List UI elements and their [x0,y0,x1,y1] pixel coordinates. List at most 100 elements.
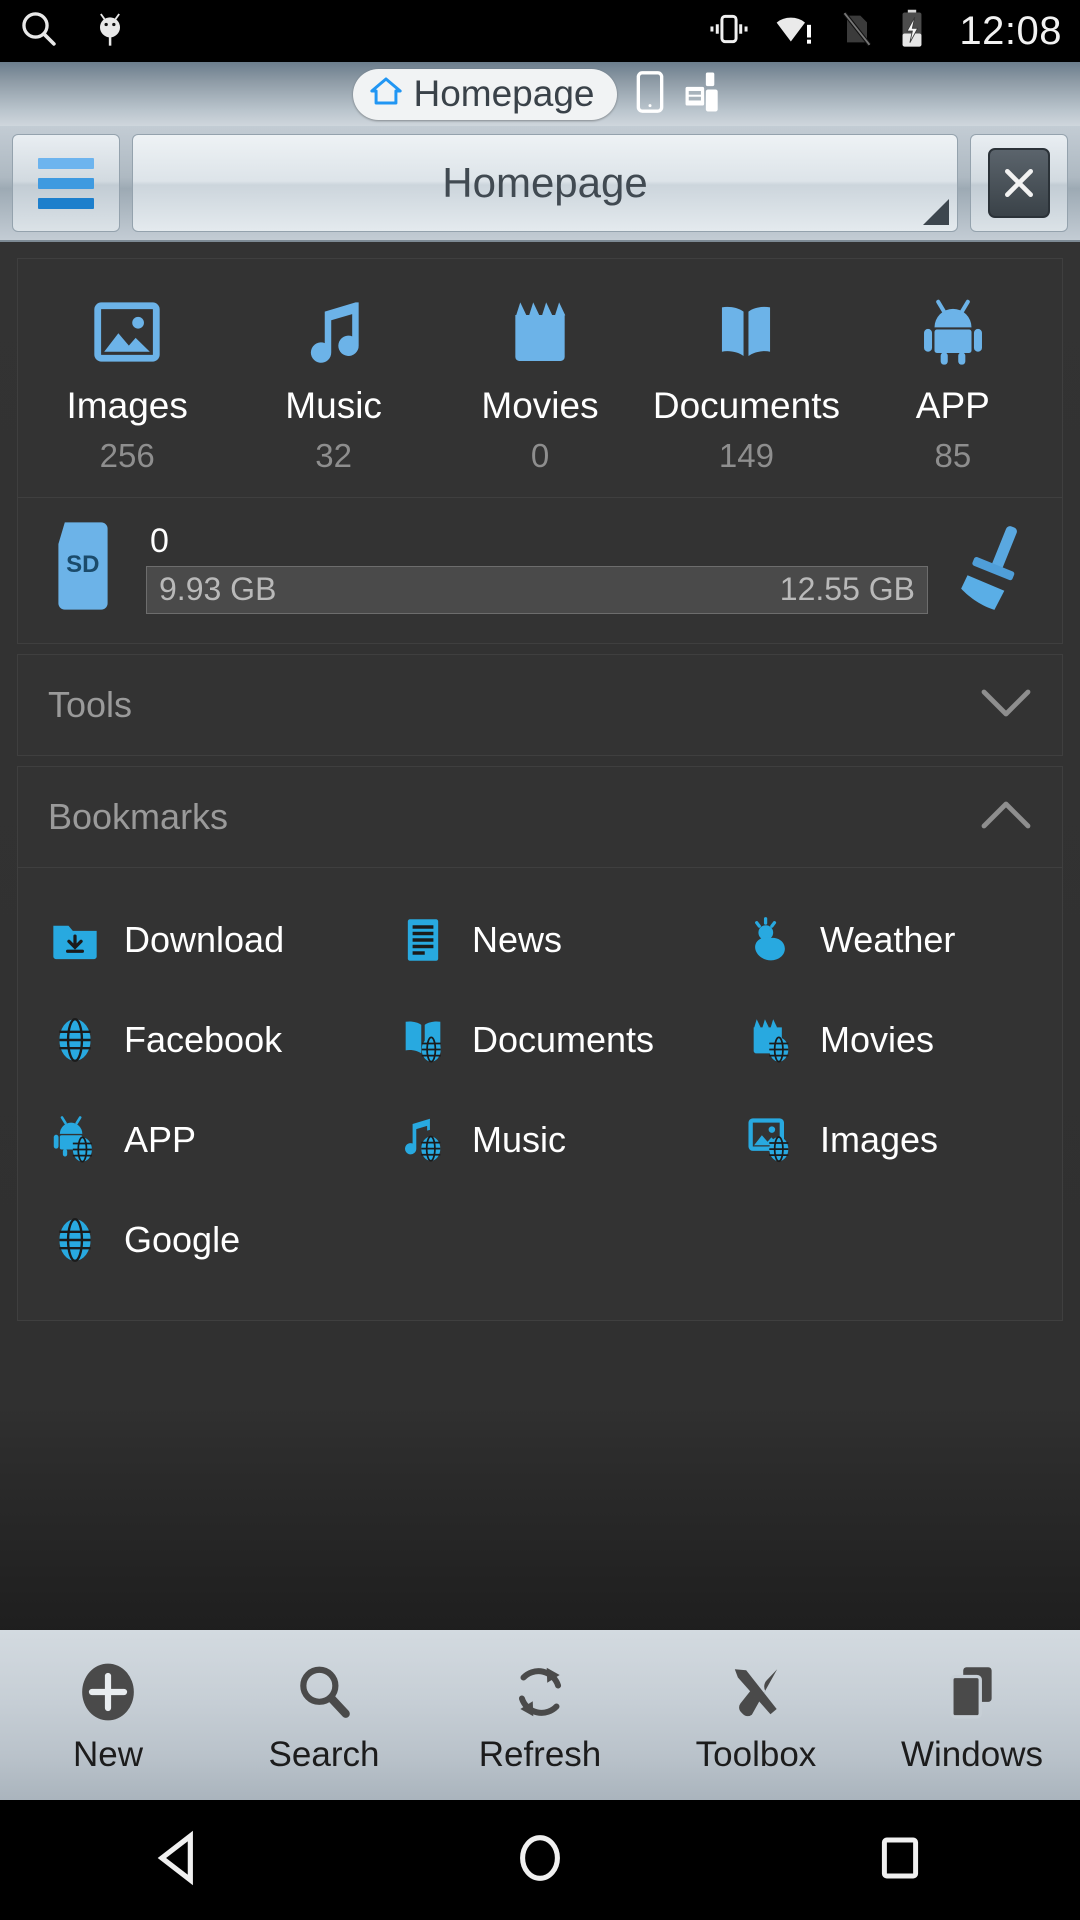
category-label: Documents [652,385,840,426]
home-icon [369,74,403,113]
toolbar-search[interactable]: Search [216,1655,432,1775]
book-globe-icon [396,1014,450,1066]
category-count: 0 [530,437,550,474]
bookmark-label: Google [124,1219,241,1260]
folder-download-icon [48,914,102,966]
path-input-value: Homepage [442,159,648,206]
bookmark-weather[interactable]: Weather [714,890,1062,990]
tab-homepage[interactable]: Homepage [353,68,617,120]
status-bar-left [18,8,130,55]
hamburger-menu-icon-bar2 [38,177,94,189]
status-bar: 12:08 [0,0,1080,62]
bookmarks-section-title: Bookmarks [48,796,229,837]
remote-devices-icon[interactable] [683,70,727,119]
square-recents-icon [874,1829,926,1892]
category-count: 256 [99,437,155,474]
tools-section-title: Tools [48,684,133,725]
address-bar: Homepage [0,126,1080,242]
refresh-icon [509,1655,571,1729]
vibrate-icon [707,9,751,54]
sd-card-icon: SD [48,520,120,617]
bookmark-label: Download [124,919,285,960]
tablet-icon[interactable] [635,70,665,119]
category-label: Movies [481,385,599,426]
sim-missing-icon [839,9,875,54]
search-icon[interactable] [18,8,60,55]
category-music[interactable]: Music 32 [230,289,436,475]
bookmark-google[interactable]: Google [18,1190,366,1290]
bookmark-images[interactable]: Images [714,1090,1062,1190]
storage-meter: 0 9.93 GB 12.55 GB [146,524,928,614]
android-robot-icon [916,289,990,369]
bookmark-facebook[interactable]: Facebook [18,990,366,1090]
bookmark-label: Documents [471,1019,655,1060]
bookmarks-section: Bookmarks Download News Weather Facebook… [17,766,1063,1321]
category-images[interactable]: Images 256 [24,289,230,475]
chevron-down-icon[interactable] [980,686,1032,725]
storage-progress-bar: 9.93 GB 12.55 GB [146,565,928,614]
triangle-back-icon [149,1827,211,1894]
plus-circle-icon [77,1655,139,1729]
storage-total-label: 12.55 GB [779,571,915,607]
bookmark-label: Music [471,1119,566,1160]
music-globe-icon [396,1114,450,1166]
tools-section[interactable]: Tools [17,654,1063,756]
toolbar-label: Refresh [478,1735,602,1774]
android-bug-icon [90,9,130,54]
bookmark-news[interactable]: News [366,890,714,990]
nav-back-button[interactable] [0,1827,360,1894]
bookmarks-section-header[interactable]: Bookmarks [18,767,1062,867]
path-input[interactable]: Homepage [132,134,958,232]
dropdown-corner-icon[interactable] [923,199,949,225]
wrench-screwdriver-icon [725,1655,787,1729]
android-globe-icon [48,1114,102,1166]
bookmark-label: Images [819,1119,939,1160]
movie-clapper-icon [503,289,577,369]
tab-label: Homepage [413,72,595,114]
bookmark-documents[interactable]: Documents [366,990,714,1090]
category-label: APP [915,385,990,426]
globe-icon [48,1214,102,1266]
nav-home-button[interactable] [360,1829,720,1892]
bookmark-download[interactable]: Download [18,890,366,990]
tools-section-header[interactable]: Tools [18,655,1062,755]
bookmark-app[interactable]: APP [18,1090,366,1190]
category-documents[interactable]: Documents 149 [643,289,849,475]
storage-free-value: 0 [150,521,169,560]
close-tab-button[interactable] [970,134,1068,232]
magnifier-icon [293,1655,355,1729]
toolbar-label: Windows [901,1735,1043,1774]
storage-row[interactable]: SD 0 9.93 GB 12.55 GB [18,497,1062,643]
svg-text:SD: SD [66,551,99,578]
bookmark-music[interactable]: Music [366,1090,714,1190]
toolbar-toolbox[interactable]: Toolbox [648,1655,864,1775]
overview-card: Images 256 Music 32 Movies 0 Documents 1… [17,258,1063,644]
toolbar-refresh[interactable]: Refresh [432,1655,648,1775]
category-count: 32 [315,437,352,474]
nav-recents-button[interactable] [720,1829,1080,1892]
hamburger-menu-button[interactable] [12,134,120,232]
toolbar-label: New [72,1735,144,1774]
windows-stack-icon [941,1655,1003,1729]
bookmark-label: Weather [819,919,956,960]
toolbar-new[interactable]: New [0,1655,216,1775]
close-icon [988,148,1050,218]
category-app[interactable]: APP 85 [850,289,1056,475]
toolbar-windows[interactable]: Windows [864,1655,1080,1775]
hamburger-menu-icon [38,157,94,169]
music-note-icon [297,289,371,369]
broom-icon[interactable] [954,520,1032,617]
globe-icon [48,1014,102,1066]
toolbar-label: Toolbox [695,1735,817,1774]
news-document-icon [396,914,450,966]
bottom-toolbar: New Search Refresh Toolbox Windows [0,1630,1080,1800]
category-movies[interactable]: Movies 0 [437,289,643,475]
category-label: Music [285,385,382,426]
hamburger-menu-icon-bar3 [38,197,94,209]
bookmark-movies[interactable]: Movies [714,990,1062,1090]
category-count: 85 [934,437,972,474]
android-nav-bar [0,1800,1080,1920]
image-globe-icon [744,1114,798,1166]
chevron-up-icon[interactable] [980,798,1032,837]
wifi-no-internet-icon [773,9,817,54]
